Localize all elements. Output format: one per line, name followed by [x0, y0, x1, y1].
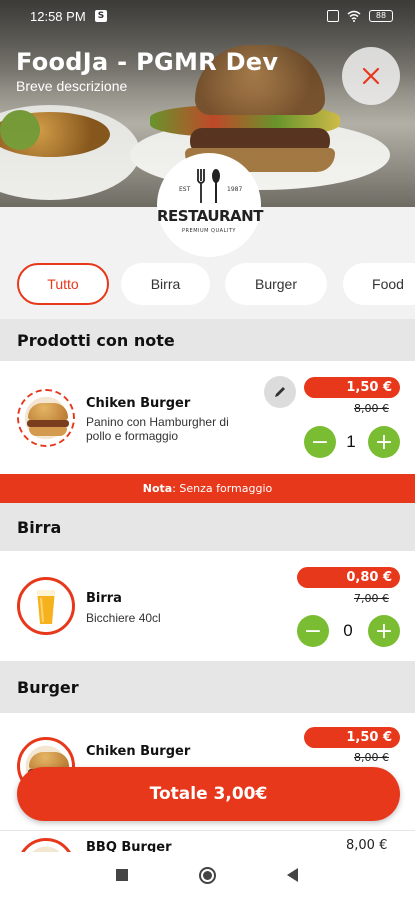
- increase-qty-button[interactable]: +: [368, 426, 400, 458]
- home-icon[interactable]: [199, 867, 216, 884]
- sim-icon: [327, 10, 339, 22]
- recents-icon[interactable]: [116, 869, 128, 881]
- qty-value: 1: [346, 432, 356, 451]
- category-chip-birra[interactable]: Birra: [121, 263, 210, 305]
- pencil-icon: [275, 387, 285, 397]
- divider: [0, 830, 415, 831]
- section-title-notes: Prodotti con note: [0, 319, 415, 361]
- old-price-burger-1: 8,00 €: [354, 751, 389, 764]
- note-bar: Nota: Senza formaggio: [0, 474, 415, 503]
- system-nav-bar: [0, 852, 415, 900]
- restaurant-logo: EST 1987 RESTAURANT PREMIUM QUALITY: [157, 153, 263, 257]
- category-chip-tutto[interactable]: Tutto: [17, 263, 109, 305]
- price-badge: 1,50 €: [304, 377, 400, 398]
- section-title-burger: Burger: [0, 661, 415, 713]
- decrease-qty-button[interactable]: −: [304, 426, 336, 458]
- logo-sub: PREMIUM QUALITY: [182, 228, 236, 234]
- price-badge-burger-1: 1,50 €: [304, 727, 400, 748]
- price-burger-2: 8,00 €: [346, 838, 388, 853]
- logo-year: 1987: [227, 186, 243, 193]
- beer-glass-icon: [37, 590, 55, 624]
- product-image-chiken-burger: [17, 389, 75, 447]
- product-name: Chiken Burger: [86, 396, 191, 411]
- wifi-icon: [347, 10, 361, 22]
- status-time: 12:58 PM: [30, 9, 86, 24]
- close-button[interactable]: [342, 47, 400, 105]
- back-icon[interactable]: [287, 868, 298, 882]
- note-label: Nota: [142, 482, 173, 495]
- notification-icon: S: [95, 10, 107, 22]
- edit-note-button[interactable]: [264, 376, 296, 408]
- price-badge-birra: 0,80 €: [297, 567, 400, 588]
- product-name-burger-1: Chiken Burger: [86, 744, 191, 759]
- logo-word: RESTAURANT: [157, 207, 263, 225]
- product-image-birra: [17, 577, 75, 635]
- product-description-birra: Bicchiere 40cl: [86, 611, 161, 625]
- logo-est: EST: [179, 186, 191, 193]
- cutlery-icon: [197, 169, 220, 203]
- note-text: : Senza formaggio: [172, 482, 273, 495]
- old-price-birra: 7,00 €: [354, 592, 389, 605]
- app-title: FoodJa - PGMR Dev: [16, 48, 279, 76]
- section-title-birra: Birra: [0, 503, 415, 551]
- product-name-birra: Birra: [86, 591, 122, 606]
- status-bar: 12:58 PM S 88: [0, 0, 415, 36]
- increase-qty-button-birra[interactable]: +: [368, 615, 400, 647]
- qty-value-birra: 0: [343, 621, 353, 640]
- total-button[interactable]: Totale 3,00€: [17, 767, 400, 821]
- category-chip-burger[interactable]: Burger: [225, 263, 327, 305]
- close-icon: [362, 67, 380, 85]
- product-description: Panino con Hamburgher di pollo e formagg…: [86, 415, 229, 443]
- old-price: 8,00 €: [354, 402, 389, 415]
- battery-icon: 88: [369, 10, 393, 22]
- decrease-qty-button-birra[interactable]: −: [297, 615, 329, 647]
- app-description: Breve descrizione: [16, 78, 128, 94]
- category-chip-food[interactable]: Food: [343, 263, 415, 305]
